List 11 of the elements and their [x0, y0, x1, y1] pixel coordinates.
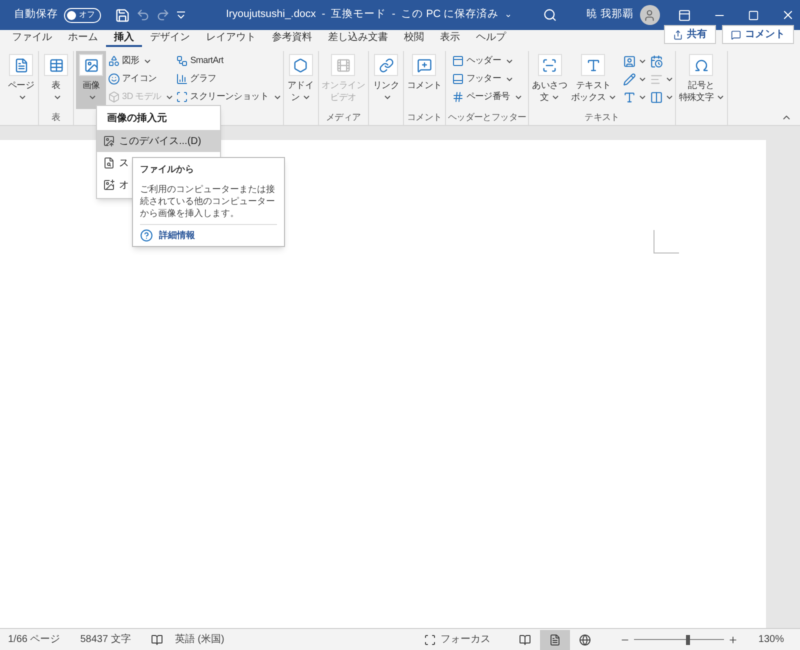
- document-title: Iryoujutsushi_.docx - 互換モード - この PC に保存済み: [226, 7, 499, 22]
- group-label: コメント: [407, 111, 442, 124]
- autosave-label: 自動保存: [14, 7, 58, 22]
- user-name: 暁 我那覇: [586, 7, 634, 22]
- group-label: ヘッダーとフッター: [448, 111, 526, 124]
- group-label: テキスト: [584, 111, 620, 124]
- tooltip-title: ファイルから: [140, 163, 195, 176]
- menu-header: 画像の挿入元: [106, 112, 168, 126]
- group-label: メディア: [326, 111, 361, 124]
- group-label: 表: [52, 111, 60, 124]
- tooltip-text: ご利用のコンピューターまたは接続されている他のコンピューターから画像を挿入します。: [140, 182, 276, 218]
